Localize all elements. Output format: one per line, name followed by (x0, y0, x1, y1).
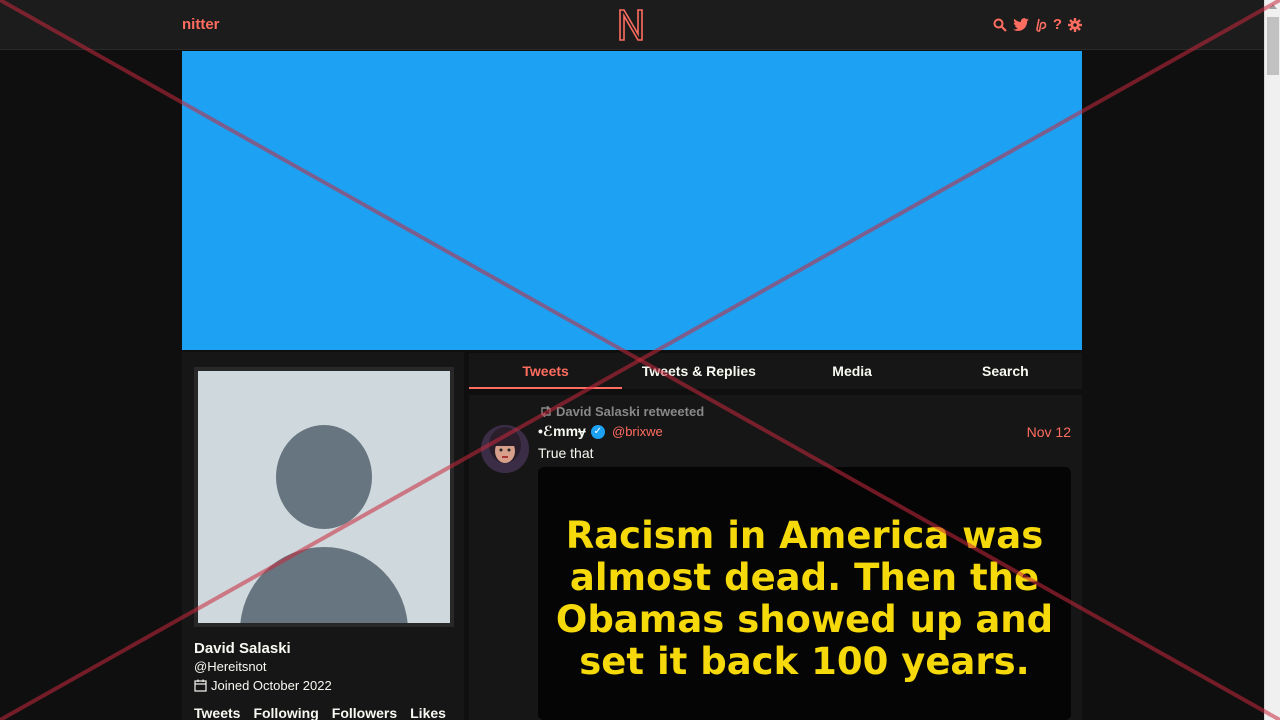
profile-banner[interactable] (182, 51, 1082, 350)
retweet-header: David Salaski retweeted (539, 404, 704, 419)
liberapay-icon[interactable] (1035, 18, 1047, 32)
profile-username[interactable]: @Hereitsnot (194, 659, 266, 674)
tweet-fullname-text[interactable]: •ℰmmɏ (538, 423, 586, 440)
brand-link[interactable]: nitter (182, 16, 220, 33)
calendar-icon (194, 679, 207, 692)
stat-likes[interactable]: Likes (410, 705, 446, 720)
stat-tweets[interactable]: Tweets (194, 705, 240, 720)
timeline: David Salaski retweeted •ℰmmɏ ✓ @brixwe … (469, 395, 1082, 720)
tweet-avatar[interactable] (481, 425, 529, 473)
timeline-tabs: Tweets Tweets & Replies Media Search (469, 353, 1082, 389)
profile-stats: Tweets Following Followers Likes (194, 705, 446, 720)
tweet-username[interactable]: @brixwe (612, 424, 663, 439)
profile-avatar[interactable] (194, 367, 454, 627)
tweet-image-text: Racism in America was almost dead. Then … (555, 514, 1054, 683)
verified-icon: ✓ (590, 424, 605, 439)
navbar: nitter ? (0, 0, 1264, 50)
twitter-icon[interactable] (1012, 18, 1029, 32)
scrollbar[interactable] (1264, 0, 1280, 720)
profile-card: David Salaski @Hereitsnot Joined October… (182, 352, 464, 720)
profile-fullname[interactable]: David Salaski (194, 640, 291, 657)
stat-followers[interactable]: Followers (332, 705, 397, 720)
retweet-icon (541, 406, 551, 417)
help-icon[interactable]: ? (1053, 16, 1062, 34)
retweet-header-text: David Salaski retweeted (556, 404, 705, 419)
tab-media[interactable]: Media (776, 353, 929, 389)
tweet-fullname[interactable]: •ℰmmɏ ✓ (538, 423, 605, 440)
search-icon[interactable] (993, 18, 1007, 32)
tweet-text: True that (538, 445, 594, 461)
profile-joined: Joined October 2022 (194, 678, 332, 693)
scroll-thumb[interactable] (1267, 17, 1279, 75)
scroll-up-arrow-icon[interactable] (1269, 4, 1277, 9)
stat-following[interactable]: Following (253, 705, 318, 720)
nitter-logo[interactable] (616, 7, 646, 43)
tab-search[interactable]: Search (929, 353, 1082, 389)
nav-icons: ? (993, 16, 1082, 34)
tweet-date[interactable]: Nov 12 (1027, 424, 1071, 440)
tweet-image[interactable]: Racism in America was almost dead. Then … (538, 467, 1071, 720)
tab-tweets[interactable]: Tweets (469, 353, 623, 389)
joined-text: Joined October 2022 (211, 678, 332, 693)
settings-icon[interactable] (1068, 18, 1082, 32)
default-avatar-icon (198, 371, 450, 623)
tab-tweets-replies[interactable]: Tweets & Replies (622, 353, 775, 389)
